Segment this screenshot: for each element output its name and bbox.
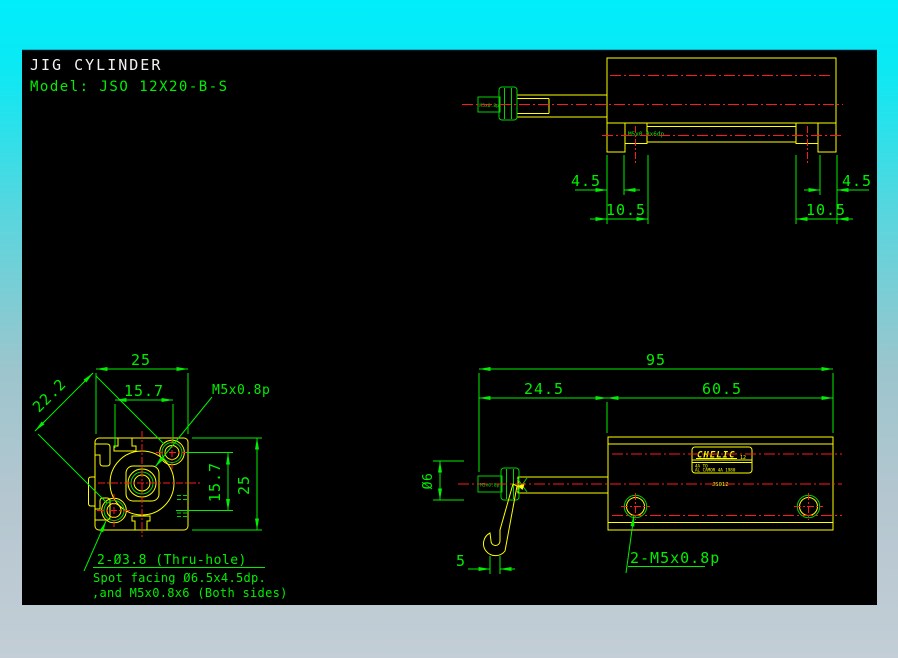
dim-text: 10.5 bbox=[606, 201, 646, 219]
port-thread-label: M5x0.8x6dp. bbox=[628, 131, 668, 138]
brand-size: 12 bbox=[740, 455, 746, 461]
dim-text: 24.5 bbox=[524, 380, 564, 398]
model-line: Model: JSO 12X20-B-S bbox=[30, 79, 229, 95]
note-line-1: 2-Ø3.8 (Thru-hole) bbox=[97, 553, 247, 568]
rod-thread-label: M5x0.8p bbox=[480, 103, 500, 109]
rod-thread-label: M5x0.8p bbox=[480, 483, 500, 489]
note-line-3: ,and M5x0.8x6 (Both sides) bbox=[92, 586, 288, 600]
dim-text: Ø6 bbox=[421, 473, 436, 490]
dim-text: 15.7 bbox=[206, 462, 224, 502]
body-marking: JSO12 bbox=[712, 482, 729, 488]
callout-text: M5x0.8p bbox=[212, 383, 270, 398]
dim-text: 60.5 bbox=[702, 380, 742, 398]
dim-text: 5 bbox=[456, 552, 466, 570]
nameplate-small-2: AL CAMOR 4A 1980 bbox=[695, 468, 736, 473]
dim-text: 25 bbox=[235, 475, 253, 495]
dim-text: 10.5 bbox=[806, 201, 846, 219]
dim-text: 25 bbox=[131, 351, 151, 369]
cad-paper bbox=[22, 51, 877, 605]
note-line-2: Spot facing Ø6.5x4.5dp. bbox=[93, 571, 266, 585]
dim-text: 15.7 bbox=[124, 382, 164, 400]
dim-text: 4.5 bbox=[842, 172, 872, 190]
dim-text: 4.5 bbox=[571, 172, 601, 190]
page-title: JIG CYLINDER bbox=[30, 56, 162, 74]
dim-text: 95 bbox=[646, 351, 666, 369]
drawing-canvas[interactable]: JIG CYLINDER Model: JSO 12X20-B-S M5x0.8… bbox=[0, 0, 898, 658]
callout-text: 2-M5x0.8p bbox=[630, 549, 720, 567]
